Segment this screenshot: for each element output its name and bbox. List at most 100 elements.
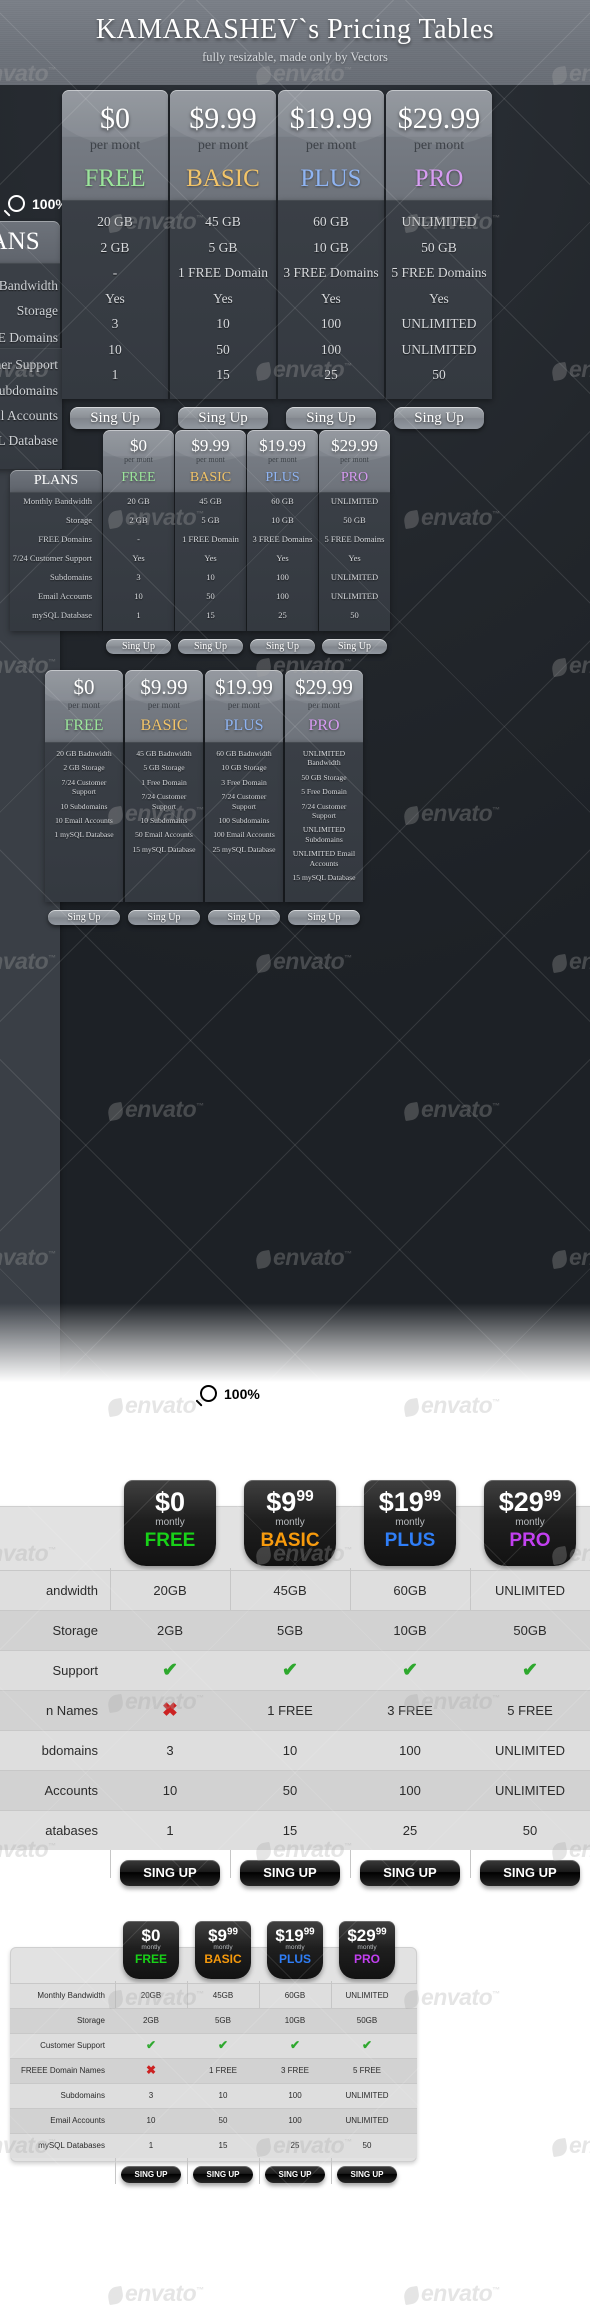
dark-zoom-row-label-4: Subdomains [0, 383, 58, 398]
signup-button-free[interactable]: Sing Up [70, 406, 160, 429]
plan-period-plus: per mont [305, 138, 357, 153]
card-header-free: $0 per mont FREE [45, 670, 123, 742]
small-signup-button-basic[interactable]: Sing Up [178, 639, 243, 654]
light-zoom-cell-basic-1: 5GB [276, 1623, 303, 1638]
light-zoom-row-label-3: n Names [45, 1703, 98, 1718]
small-plan-header-pro: $29.99 per mont PRO [319, 430, 390, 492]
small-plan-name-free: FREE [121, 470, 156, 485]
cell-pro-0: UNLIMITED [401, 214, 477, 229]
light-plan-price-cents-basic: 99 [296, 1488, 314, 1505]
small-cell-pro-3: Yes [348, 553, 361, 563]
small-plan-price-plus: $19.99 [259, 436, 306, 455]
light-plan-name-basic: BASIC [260, 1530, 320, 1551]
card-feature-plus-1: 10 GB Storage [221, 763, 267, 773]
card-signup-button-pro[interactable]: Sing Up [288, 910, 360, 925]
light-small-signup-button-plus[interactable]: SING UP [265, 2166, 325, 2183]
card-feature-basic-2: 1 Free Domain [141, 777, 187, 787]
light-signup-button-plus[interactable]: SING UP [360, 1860, 460, 1886]
light-signup-button-free[interactable]: SING UP [120, 1860, 220, 1886]
card-period-pro: per mont [307, 700, 341, 710]
cell-plus-3: Yes [321, 290, 341, 306]
light-small-signup-button-free[interactable]: SING UP [121, 2166, 181, 2183]
small-tick-icon-pro-2: ✔ [361, 2038, 373, 2052]
card-signup-button-free[interactable]: Sing Up [48, 910, 120, 925]
card-feature-plus-5: 100 Email Accounts [213, 830, 275, 840]
light-zoom-cell-plus-4: 100 [399, 1743, 421, 1758]
light-plan-price-plus: $1999 [378, 1487, 442, 1517]
small-cell-plus-4: 100 [276, 572, 289, 582]
dark-zoom-row-label-0: y Bandwidth [0, 278, 58, 293]
card-feature-basic-4: 10 Subdomains [140, 816, 188, 826]
card-price-basic: $9.99 [140, 675, 188, 699]
card-period-free: per mont [67, 700, 101, 710]
small-cell-basic-0: 45 GB [199, 496, 222, 506]
light-small-cell-pro-6: 50 [362, 2141, 372, 2150]
light-zoom-cell-basic-4: 10 [282, 1743, 298, 1758]
signup-button-pro[interactable]: Sing Up [394, 406, 484, 429]
signup-button-basic[interactable]: Sing Up [178, 406, 268, 429]
small-plan-price-free: $0 [130, 436, 147, 455]
tick-icon-basic-2: ✔ [282, 1660, 298, 1681]
light-zoom-cell-plus-0: 60GB [393, 1583, 427, 1598]
light-plan-tab-pro: $2999 montly PRO [484, 1480, 576, 1566]
light-plan-price-basic: $999 [266, 1487, 314, 1517]
light-small-cell-pro-0: UNLIMITED [345, 1991, 389, 2000]
light-small-cell-pro-5: UNLIMITED [345, 2116, 389, 2125]
light-small-signup-button-pro[interactable]: SING UP [337, 2166, 397, 2183]
card-name-basic: BASIC [140, 717, 188, 734]
light-zoom-cell-basic-5: 50 [282, 1783, 298, 1798]
small-cell-basic-2: 1 FREE Domain [182, 534, 239, 544]
dark-zoom-row-label-2: EE Domains [0, 330, 58, 345]
card-body-pro: UNLIMITED Bandwidth 50 GB Storage 5 Free D… [285, 742, 363, 902]
small-signup-button-free[interactable]: Sing Up [106, 639, 171, 654]
small-cell-basic-5: 50 [206, 591, 215, 601]
card-feature-plus-3: 7/24 Customer Support [221, 792, 267, 811]
small-cell-free-4: 3 [136, 572, 141, 582]
cell-basic-5: 50 [216, 341, 230, 357]
cell-free-1: 2 GB [100, 239, 130, 255]
light-zoom-row-label-6: atabases [45, 1823, 98, 1838]
card-body-plus: 60 GB Badnwidth 10 GB Storage 3 Free Domai… [205, 742, 283, 902]
light-zoom-cell-free-5: 10 [162, 1783, 178, 1798]
zoom-level-light: 100% [224, 1385, 260, 1402]
light-small-signup-button-basic[interactable]: SING UP [193, 2166, 253, 2183]
light-small-cell-basic-6: 15 [218, 2141, 228, 2150]
small-cell-basic-4: 10 [206, 572, 215, 582]
small-cell-basic-6: 15 [206, 610, 215, 620]
light-small-name-pro: PRO [353, 1952, 380, 1966]
small-plan-name-plus: PLUS [265, 470, 300, 485]
small-cell-pro-2: 5 FREE Domains [324, 534, 385, 544]
small-signup-button-plus[interactable]: Sing Up [250, 639, 315, 654]
card-feature-pro-2: 5 Free Domain [301, 787, 347, 797]
plan-period-basic: per mont [197, 138, 249, 153]
cell-basic-4: 10 [216, 316, 230, 331]
small-signup-button-pro[interactable]: Sing Up [322, 639, 387, 654]
card-price-pro: $29.99 [295, 675, 353, 699]
light-small-row-label-5: Email Accounts [50, 2116, 105, 2125]
small-plan-period-plus: per mont [268, 455, 297, 464]
light-small-cell-plus-6: 25 [290, 2141, 300, 2150]
light-small-period-basic: montly [213, 1944, 233, 1951]
cell-plus-0: 60 GB [313, 214, 349, 229]
light-signup-button-basic[interactable]: SING UP [240, 1860, 340, 1886]
light-small-cell-pro-3: 5 FREE [352, 2066, 381, 2075]
small-cell-plus-2: 3 FREE Domains [252, 534, 313, 544]
light-small-name-free: FREE [134, 1952, 167, 1966]
cell-pro-3: Yes [429, 290, 449, 306]
light-small-tab-free: $0 montly FREE [123, 1921, 179, 1979]
card-signup-button-basic[interactable]: Sing Up [128, 910, 200, 925]
card-price-plus: $19.99 [215, 675, 273, 699]
card-signup-button-plus[interactable]: Sing Up [208, 910, 280, 925]
plan-name-free: FREE [84, 165, 146, 192]
light-zoom-cell-plus-3: 3 FREE [387, 1703, 433, 1718]
small-cell-plus-0: 60 GB [271, 496, 294, 506]
card-feature-free-3: 10 Subdomains [60, 801, 108, 811]
light-signup-button-pro[interactable]: SING UP [480, 1860, 580, 1886]
light-small-cell-plus-5: 100 [288, 2116, 302, 2125]
small-plan-period-pro: per mont [340, 455, 369, 464]
signup-button-plus[interactable]: Sing Up [286, 406, 376, 429]
small-row-label-0: Monthly Bandwidth [23, 496, 92, 506]
small-row-label-2: FREE Domains [38, 534, 92, 544]
dark-showcase-area: 100% PLANS y Bandwidth Storage EE Domain… [0, 85, 590, 1393]
light-small-row-label-0: Monthly Bandwidth [37, 1991, 105, 2000]
